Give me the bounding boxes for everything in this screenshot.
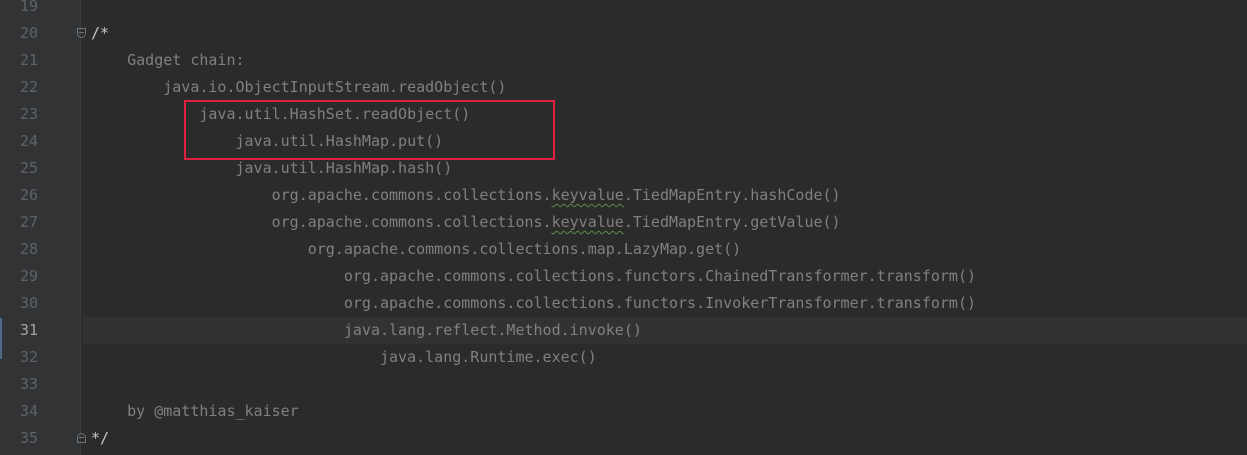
code-line-32[interactable]: 32 java.lang.Runtime.exec(): [0, 344, 1247, 371]
code-text: java.lang.Runtime.exec(): [91, 348, 597, 366]
code-line-25[interactable]: 25 java.util.HashMap.hash(): [0, 155, 1247, 182]
code-text: java.lang.reflect.Method.invoke(): [91, 321, 642, 339]
code-text: java.util.HashMap.hash(): [91, 159, 453, 177]
code-line-21[interactable]: 21 Gadget chain:: [0, 47, 1247, 74]
code-line-29[interactable]: 29 org.apache.commons.collections.functo…: [0, 263, 1247, 290]
code-line-35[interactable]: 35 */: [0, 425, 1247, 452]
code-segment: org.apache.commons.collections.: [91, 186, 552, 204]
comment-close-marker: */: [91, 429, 110, 447]
line-number: 29: [19, 267, 38, 285]
code-line-26[interactable]: 26 org.apache.commons.collections.keyval…: [0, 182, 1247, 209]
line-number: 26: [19, 186, 38, 204]
fold-close-icon[interactable]: [77, 433, 86, 443]
code-text: org.apache.commons.collections.keyvalue.…: [91, 182, 841, 209]
code-line-30[interactable]: 30 org.apache.commons.collections.functo…: [0, 290, 1247, 317]
code-segment: .TiedMapEntry.getValue(): [623, 213, 841, 231]
code-text: java.io.ObjectInputStream.readObject(): [91, 78, 507, 96]
code-text: java.util.HashMap.put(): [91, 132, 444, 150]
typo-warning-word[interactable]: keyvalue: [552, 213, 624, 231]
code-segment: org.apache.commons.collections.: [91, 213, 552, 231]
line-number: 35: [19, 429, 38, 447]
code-line-33[interactable]: 33: [0, 371, 1247, 398]
code-line-19[interactable]: 19: [0, 0, 1247, 20]
code-line-24[interactable]: 24 java.util.HashMap.put(): [0, 128, 1247, 155]
line-number: 22: [19, 78, 38, 96]
fold-open-icon[interactable]: [77, 28, 86, 38]
code-text: by @matthias_kaiser: [91, 402, 299, 420]
code-text: org.apache.commons.collections.functors.…: [91, 267, 977, 285]
code-text: Gadget chain:: [91, 51, 245, 69]
line-number: 33: [19, 375, 38, 393]
line-number: 27: [19, 213, 38, 231]
code-line-34[interactable]: 34 by @matthias_kaiser: [0, 398, 1247, 425]
typo-warning-word[interactable]: keyvalue: [552, 186, 624, 204]
line-number: 23: [19, 105, 38, 123]
line-number: 19: [19, 0, 38, 15]
code-line-23[interactable]: 23 java.util.HashSet.readObject(): [0, 101, 1247, 128]
code-segment: .TiedMapEntry.hashCode(): [623, 186, 841, 204]
code-editor[interactable]: 19 20 /* 21 Gadget chain: 22 java.io.Obj…: [0, 0, 1247, 455]
line-number: 31: [19, 321, 38, 339]
line-number: 32: [19, 348, 38, 366]
code-text: org.apache.commons.collections.keyvalue.…: [91, 209, 841, 236]
code-line-27[interactable]: 27 org.apache.commons.collections.keyval…: [0, 209, 1247, 236]
line-number: 21: [19, 51, 38, 69]
line-number: 30: [19, 294, 38, 312]
line-number: 24: [19, 132, 38, 150]
line-number: 20: [19, 24, 38, 42]
comment-open-marker: /*: [91, 24, 110, 42]
code-text: org.apache.commons.collections.map.LazyM…: [91, 240, 742, 258]
code-line-20[interactable]: 20 /*: [0, 20, 1247, 47]
code-line-28[interactable]: 28 org.apache.commons.collections.map.La…: [0, 236, 1247, 263]
line-number: 28: [19, 240, 38, 258]
line-number: 34: [19, 402, 38, 420]
code-line-31-current[interactable]: 31 java.lang.reflect.Method.invoke(): [0, 317, 1247, 344]
code-text: java.util.HashSet.readObject(): [91, 105, 471, 123]
line-number: 25: [19, 159, 38, 177]
code-line-22[interactable]: 22 java.io.ObjectInputStream.readObject(…: [0, 74, 1247, 101]
code-text: org.apache.commons.collections.functors.…: [91, 294, 977, 312]
